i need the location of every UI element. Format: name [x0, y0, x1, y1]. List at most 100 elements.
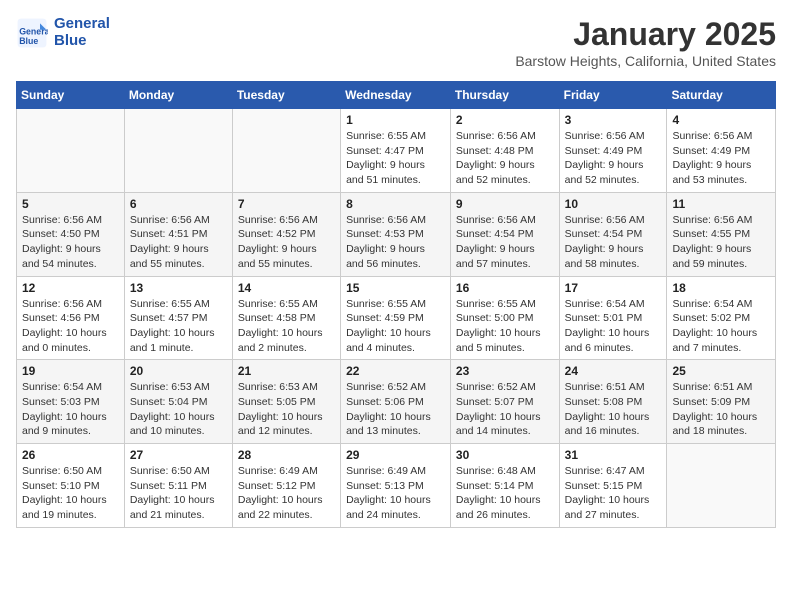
day-number: 27 — [130, 448, 227, 462]
day-info: Sunrise: 6:49 AM Sunset: 5:12 PM Dayligh… — [238, 464, 335, 523]
day-info: Sunrise: 6:55 AM Sunset: 4:59 PM Dayligh… — [346, 297, 445, 356]
calendar-cell: 11 Sunrise: 6:56 AM Sunset: 4:55 PM Dayli… — [667, 192, 776, 276]
column-header-saturday: Saturday — [667, 82, 776, 109]
day-info: Sunrise: 6:56 AM Sunset: 4:56 PM Dayligh… — [22, 297, 119, 356]
day-number: 23 — [456, 364, 554, 378]
day-number: 14 — [238, 281, 335, 295]
calendar-table: SundayMondayTuesdayWednesdayThursdayFrid… — [16, 81, 776, 528]
calendar-cell: 30Sunrise: 6:48 AM Sunset: 5:14 PM Dayli… — [450, 444, 559, 528]
day-info: Sunrise: 6:55 AM Sunset: 5:00 PM Dayligh… — [456, 297, 554, 356]
calendar-cell: 20Sunrise: 6:53 AM Sunset: 5:04 PM Dayli… — [124, 360, 232, 444]
column-header-monday: Monday — [124, 82, 232, 109]
calendar-cell: 14 Sunrise: 6:55 AM Sunset: 4:58 PM Dayli… — [232, 276, 340, 360]
day-number: 26 — [22, 448, 119, 462]
day-number: 24 — [565, 364, 662, 378]
column-header-tuesday: Tuesday — [232, 82, 340, 109]
day-number: 12 — [22, 281, 119, 295]
calendar-cell: 27 Sunrise: 6:50 AM Sunset: 5:11 PM Dayli… — [124, 444, 232, 528]
column-header-sunday: Sunday — [17, 82, 125, 109]
day-info: Sunrise: 6:55 AM Sunset: 4:58 PM Dayligh… — [238, 297, 335, 356]
calendar-week-row: 1 Sunrise: 6:55 AM Sunset: 4:47 PM Daylig… — [17, 109, 776, 193]
day-number: 6 — [130, 197, 227, 211]
calendar-cell: 15 Sunrise: 6:55 AM Sunset: 4:59 PM Dayli… — [341, 276, 451, 360]
calendar-cell: 29Sunrise: 6:49 AM Sunset: 5:13 PM Dayli… — [341, 444, 451, 528]
calendar-cell: 10Sunrise: 6:56 AM Sunset: 4:54 PM Dayli… — [559, 192, 667, 276]
day-info: Sunrise: 6:53 AM Sunset: 5:05 PM Dayligh… — [238, 380, 335, 439]
calendar-cell: 9 Sunrise: 6:56 AM Sunset: 4:54 PM Daylig… — [450, 192, 559, 276]
calendar-week-row: 5Sunrise: 6:56 AM Sunset: 4:50 PM Daylig… — [17, 192, 776, 276]
calendar-cell: 28 Sunrise: 6:49 AM Sunset: 5:12 PM Dayli… — [232, 444, 340, 528]
day-info: Sunrise: 6:52 AM Sunset: 5:06 PM Dayligh… — [346, 380, 445, 439]
calendar-week-row: 26Sunrise: 6:50 AM Sunset: 5:10 PM Dayli… — [17, 444, 776, 528]
logo-text-line1: General — [54, 16, 110, 33]
day-number: 13 — [130, 281, 227, 295]
day-number: 17 — [565, 281, 662, 295]
logo-text-line2: Blue — [54, 33, 110, 50]
day-info: Sunrise: 6:51 AM Sunset: 5:08 PM Dayligh… — [565, 380, 662, 439]
day-number: 8 — [346, 197, 445, 211]
day-number: 1 — [346, 113, 445, 127]
day-number: 19 — [22, 364, 119, 378]
calendar-cell — [667, 444, 776, 528]
day-number: 4 — [672, 113, 770, 127]
day-info: Sunrise: 6:56 AM Sunset: 4:51 PM Dayligh… — [130, 213, 227, 272]
day-info: Sunrise: 6:56 AM Sunset: 4:54 PM Dayligh… — [565, 213, 662, 272]
calendar-cell: 7 Sunrise: 6:56 AM Sunset: 4:52 PM Daylig… — [232, 192, 340, 276]
logo-icon: General Blue — [16, 17, 48, 49]
calendar-cell: 13Sunrise: 6:55 AM Sunset: 4:57 PM Dayli… — [124, 276, 232, 360]
day-number: 7 — [238, 197, 335, 211]
day-info: Sunrise: 6:56 AM Sunset: 4:55 PM Dayligh… — [672, 213, 770, 272]
calendar-cell: 18 Sunrise: 6:54 AM Sunset: 5:02 PM Dayli… — [667, 276, 776, 360]
day-info: Sunrise: 6:47 AM Sunset: 5:15 PM Dayligh… — [565, 464, 662, 523]
day-number: 2 — [456, 113, 554, 127]
day-info: Sunrise: 6:56 AM Sunset: 4:52 PM Dayligh… — [238, 213, 335, 272]
column-header-wednesday: Wednesday — [341, 82, 451, 109]
calendar-cell: 6 Sunrise: 6:56 AM Sunset: 4:51 PM Daylig… — [124, 192, 232, 276]
day-info: Sunrise: 6:56 AM Sunset: 4:49 PM Dayligh… — [672, 129, 770, 188]
calendar-header-row: SundayMondayTuesdayWednesdayThursdayFrid… — [17, 82, 776, 109]
day-number: 21 — [238, 364, 335, 378]
day-number: 22 — [346, 364, 445, 378]
calendar-cell: 21 Sunrise: 6:53 AM Sunset: 5:05 PM Dayli… — [232, 360, 340, 444]
day-info: Sunrise: 6:56 AM Sunset: 4:48 PM Dayligh… — [456, 129, 554, 188]
day-number: 9 — [456, 197, 554, 211]
day-info: Sunrise: 6:56 AM Sunset: 4:54 PM Dayligh… — [456, 213, 554, 272]
page-header: General Blue General Blue January 2025 B… — [16, 16, 776, 69]
calendar-cell: 31 Sunrise: 6:47 AM Sunset: 5:15 PM Dayli… — [559, 444, 667, 528]
day-info: Sunrise: 6:55 AM Sunset: 4:47 PM Dayligh… — [346, 129, 445, 188]
column-header-friday: Friday — [559, 82, 667, 109]
day-number: 11 — [672, 197, 770, 211]
calendar-cell: 4 Sunrise: 6:56 AM Sunset: 4:49 PM Daylig… — [667, 109, 776, 193]
svg-text:Blue: Blue — [19, 36, 38, 46]
calendar-cell: 17 Sunrise: 6:54 AM Sunset: 5:01 PM Dayli… — [559, 276, 667, 360]
calendar-cell: 12 Sunrise: 6:56 AM Sunset: 4:56 PM Dayli… — [17, 276, 125, 360]
day-number: 28 — [238, 448, 335, 462]
day-info: Sunrise: 6:50 AM Sunset: 5:11 PM Dayligh… — [130, 464, 227, 523]
day-info: Sunrise: 6:52 AM Sunset: 5:07 PM Dayligh… — [456, 380, 554, 439]
day-number: 29 — [346, 448, 445, 462]
calendar-cell: 3Sunrise: 6:56 AM Sunset: 4:49 PM Daylig… — [559, 109, 667, 193]
calendar-cell: 5Sunrise: 6:56 AM Sunset: 4:50 PM Daylig… — [17, 192, 125, 276]
day-info: Sunrise: 6:48 AM Sunset: 5:14 PM Dayligh… — [456, 464, 554, 523]
calendar-cell: 23 Sunrise: 6:52 AM Sunset: 5:07 PM Dayli… — [450, 360, 559, 444]
day-info: Sunrise: 6:54 AM Sunset: 5:03 PM Dayligh… — [22, 380, 119, 439]
calendar-cell: 1 Sunrise: 6:55 AM Sunset: 4:47 PM Daylig… — [341, 109, 451, 193]
calendar-cell — [124, 109, 232, 193]
day-number: 15 — [346, 281, 445, 295]
day-info: Sunrise: 6:54 AM Sunset: 5:02 PM Dayligh… — [672, 297, 770, 356]
day-info: Sunrise: 6:51 AM Sunset: 5:09 PM Dayligh… — [672, 380, 770, 439]
day-number: 18 — [672, 281, 770, 295]
calendar-cell: 8Sunrise: 6:56 AM Sunset: 4:53 PM Daylig… — [341, 192, 451, 276]
logo: General Blue General Blue — [16, 16, 110, 49]
day-info: Sunrise: 6:54 AM Sunset: 5:01 PM Dayligh… — [565, 297, 662, 356]
title-block: January 2025 Barstow Heights, California… — [515, 16, 776, 69]
calendar-cell: 26Sunrise: 6:50 AM Sunset: 5:10 PM Dayli… — [17, 444, 125, 528]
day-info: Sunrise: 6:53 AM Sunset: 5:04 PM Dayligh… — [130, 380, 227, 439]
day-number: 31 — [565, 448, 662, 462]
day-number: 16 — [456, 281, 554, 295]
calendar-cell: 24 Sunrise: 6:51 AM Sunset: 5:08 PM Dayli… — [559, 360, 667, 444]
calendar-cell: 16 Sunrise: 6:55 AM Sunset: 5:00 PM Dayli… — [450, 276, 559, 360]
calendar-week-row: 12 Sunrise: 6:56 AM Sunset: 4:56 PM Dayli… — [17, 276, 776, 360]
day-number: 25 — [672, 364, 770, 378]
calendar-cell: 2 Sunrise: 6:56 AM Sunset: 4:48 PM Daylig… — [450, 109, 559, 193]
